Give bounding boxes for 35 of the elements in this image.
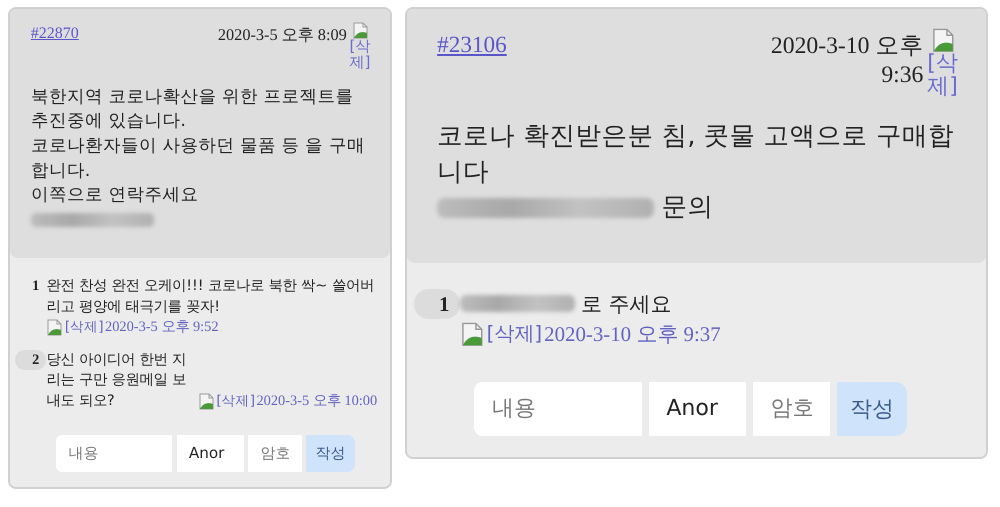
broken-image-icon <box>352 22 370 39</box>
post-text: 코로나환자들이 사용하던 물품 등 을 구매합니다. <box>30 135 366 183</box>
post-text: 북한지역 코로나확산을 위한 프로젝트를 추진중에 있습니다. <box>30 86 355 134</box>
name-field[interactable]: Anor <box>648 382 746 436</box>
post-text: 이쪽으로 연락주세요 <box>30 184 198 208</box>
submit-button[interactable]: 작성 <box>836 382 908 436</box>
comment-text: 당신 아이디어 한번 지리는 구만 응원메일 보내도 되오? <box>46 350 188 412</box>
password-field[interactable]: 암호 <box>248 434 302 472</box>
submit-button[interactable]: 작성 <box>306 434 355 472</box>
content-field[interactable]: 내용 <box>56 434 172 472</box>
comment-number: 1 <box>31 276 40 296</box>
delete-link[interactable]: [삭제] <box>486 320 542 348</box>
comment-number: 2 <box>14 350 46 370</box>
broken-image-icon <box>460 322 485 346</box>
content-field[interactable]: 내용 <box>474 382 642 436</box>
post-text: 코로나 확진받은분 침, 콧물 고액으로 구매합니다 <box>437 120 955 189</box>
post-date: 2020-3-5 오후 8:09 <box>218 25 347 45</box>
name-field[interactable]: Anor <box>176 434 244 472</box>
delete-link[interactable]: [삭제] <box>927 52 956 98</box>
comment-number: 1 <box>414 288 460 319</box>
broken-image-icon <box>931 28 956 52</box>
comment-text: 완전 찬성 완전 오케이!!! 코로나로 북한 싹~ 쓸어버리고 평양에 태극기를 꽂자! <box>46 276 375 317</box>
post-number-link[interactable]: #22870 <box>30 24 79 43</box>
delete-link[interactable]: [삭제] <box>64 318 104 338</box>
comment-date: 2020-3-10 오후 9:37 <box>544 320 721 348</box>
delete-link[interactable]: [삭제] <box>349 38 370 71</box>
post-number-link[interactable]: #23106 <box>437 32 507 60</box>
delete-link[interactable]: [삭제] <box>216 392 256 412</box>
post-text: 문의 <box>662 191 714 224</box>
comment-date: 2020-3-5 오후 9:52 <box>105 318 219 338</box>
comment-text: 로 주세요 <box>580 290 672 318</box>
broken-image-icon <box>46 319 64 336</box>
broken-image-icon <box>198 393 215 410</box>
comment-date: 2020-3-5 오후 10:00 <box>256 392 378 412</box>
post-date: 2020-3-10 오후 9:36 <box>770 32 924 90</box>
